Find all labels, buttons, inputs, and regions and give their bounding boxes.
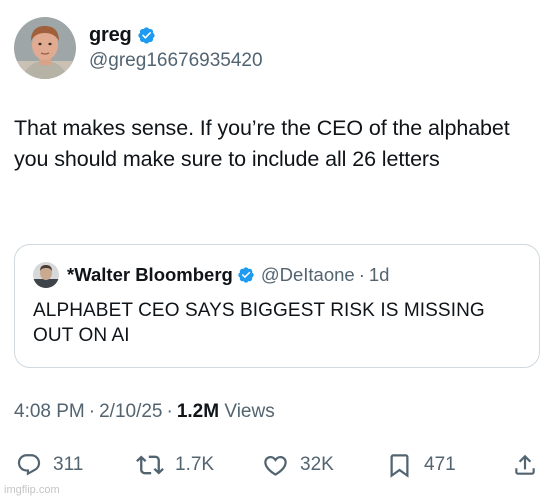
author-name-row: greg xyxy=(89,24,263,47)
heart-icon xyxy=(262,452,289,479)
quoted-tweet-card[interactable]: *Walter Bloomberg @DeItaone · 1d ALPHABE… xyxy=(14,244,540,368)
quoted-tweet-text: ALPHABET CEO SAYS BIGGEST RISK IS MISSIN… xyxy=(33,300,485,346)
quoted-tweet-header: *Walter Bloomberg @DeItaone · 1d xyxy=(33,260,521,290)
author-avatar[interactable] xyxy=(14,17,76,79)
like-button[interactable]: 32K xyxy=(262,448,334,482)
quoted-author-handle[interactable]: @DeItaone xyxy=(261,264,355,286)
author-handle[interactable]: @greg16676935420 xyxy=(89,50,263,72)
share-button[interactable] xyxy=(512,448,538,482)
quoted-author-avatar[interactable] xyxy=(33,262,59,288)
watermark: imgflip.com xyxy=(4,484,60,496)
speech-bubble-icon xyxy=(16,452,42,478)
repost-button[interactable]: 1.7K xyxy=(136,448,214,482)
reply-button[interactable]: 311 xyxy=(16,448,83,482)
bookmark-button[interactable]: 471 xyxy=(386,448,456,482)
separator-dot: · xyxy=(166,401,173,422)
separator-dot: · xyxy=(88,401,96,422)
tweet-text: That makes sense. If you’re the CEO of t… xyxy=(14,116,510,171)
action-bar: 311 1.7K 32K 471 xyxy=(16,448,540,482)
author-info: greg @greg16676935420 xyxy=(89,24,263,72)
reply-count: 311 xyxy=(53,454,84,475)
like-count: 32K xyxy=(300,454,334,475)
tweet-meta: 4:08 PM · 2/10/25 · 1.2M Views xyxy=(14,401,275,423)
views-label: Views xyxy=(224,401,275,422)
verified-badge-icon xyxy=(237,266,255,284)
views-count[interactable]: 1.2M xyxy=(177,401,219,422)
tweet-date[interactable]: 2/10/25 xyxy=(99,401,162,422)
quoted-tweet-time[interactable]: 1d xyxy=(369,264,390,286)
tweet-time[interactable]: 4:08 PM xyxy=(14,401,85,422)
tweet-author: greg @greg16676935420 xyxy=(14,16,263,80)
repost-count: 1.7K xyxy=(175,454,215,475)
bookmark-count: 471 xyxy=(424,454,456,475)
repost-arrows-icon xyxy=(136,451,164,479)
separator-dot: · xyxy=(358,264,365,285)
verified-badge-icon xyxy=(137,26,156,45)
share-upload-icon xyxy=(512,452,538,478)
quoted-author-display-name[interactable]: *Walter Bloomberg xyxy=(67,264,233,286)
bookmark-icon xyxy=(386,452,413,479)
author-display-name[interactable]: greg xyxy=(89,24,132,47)
